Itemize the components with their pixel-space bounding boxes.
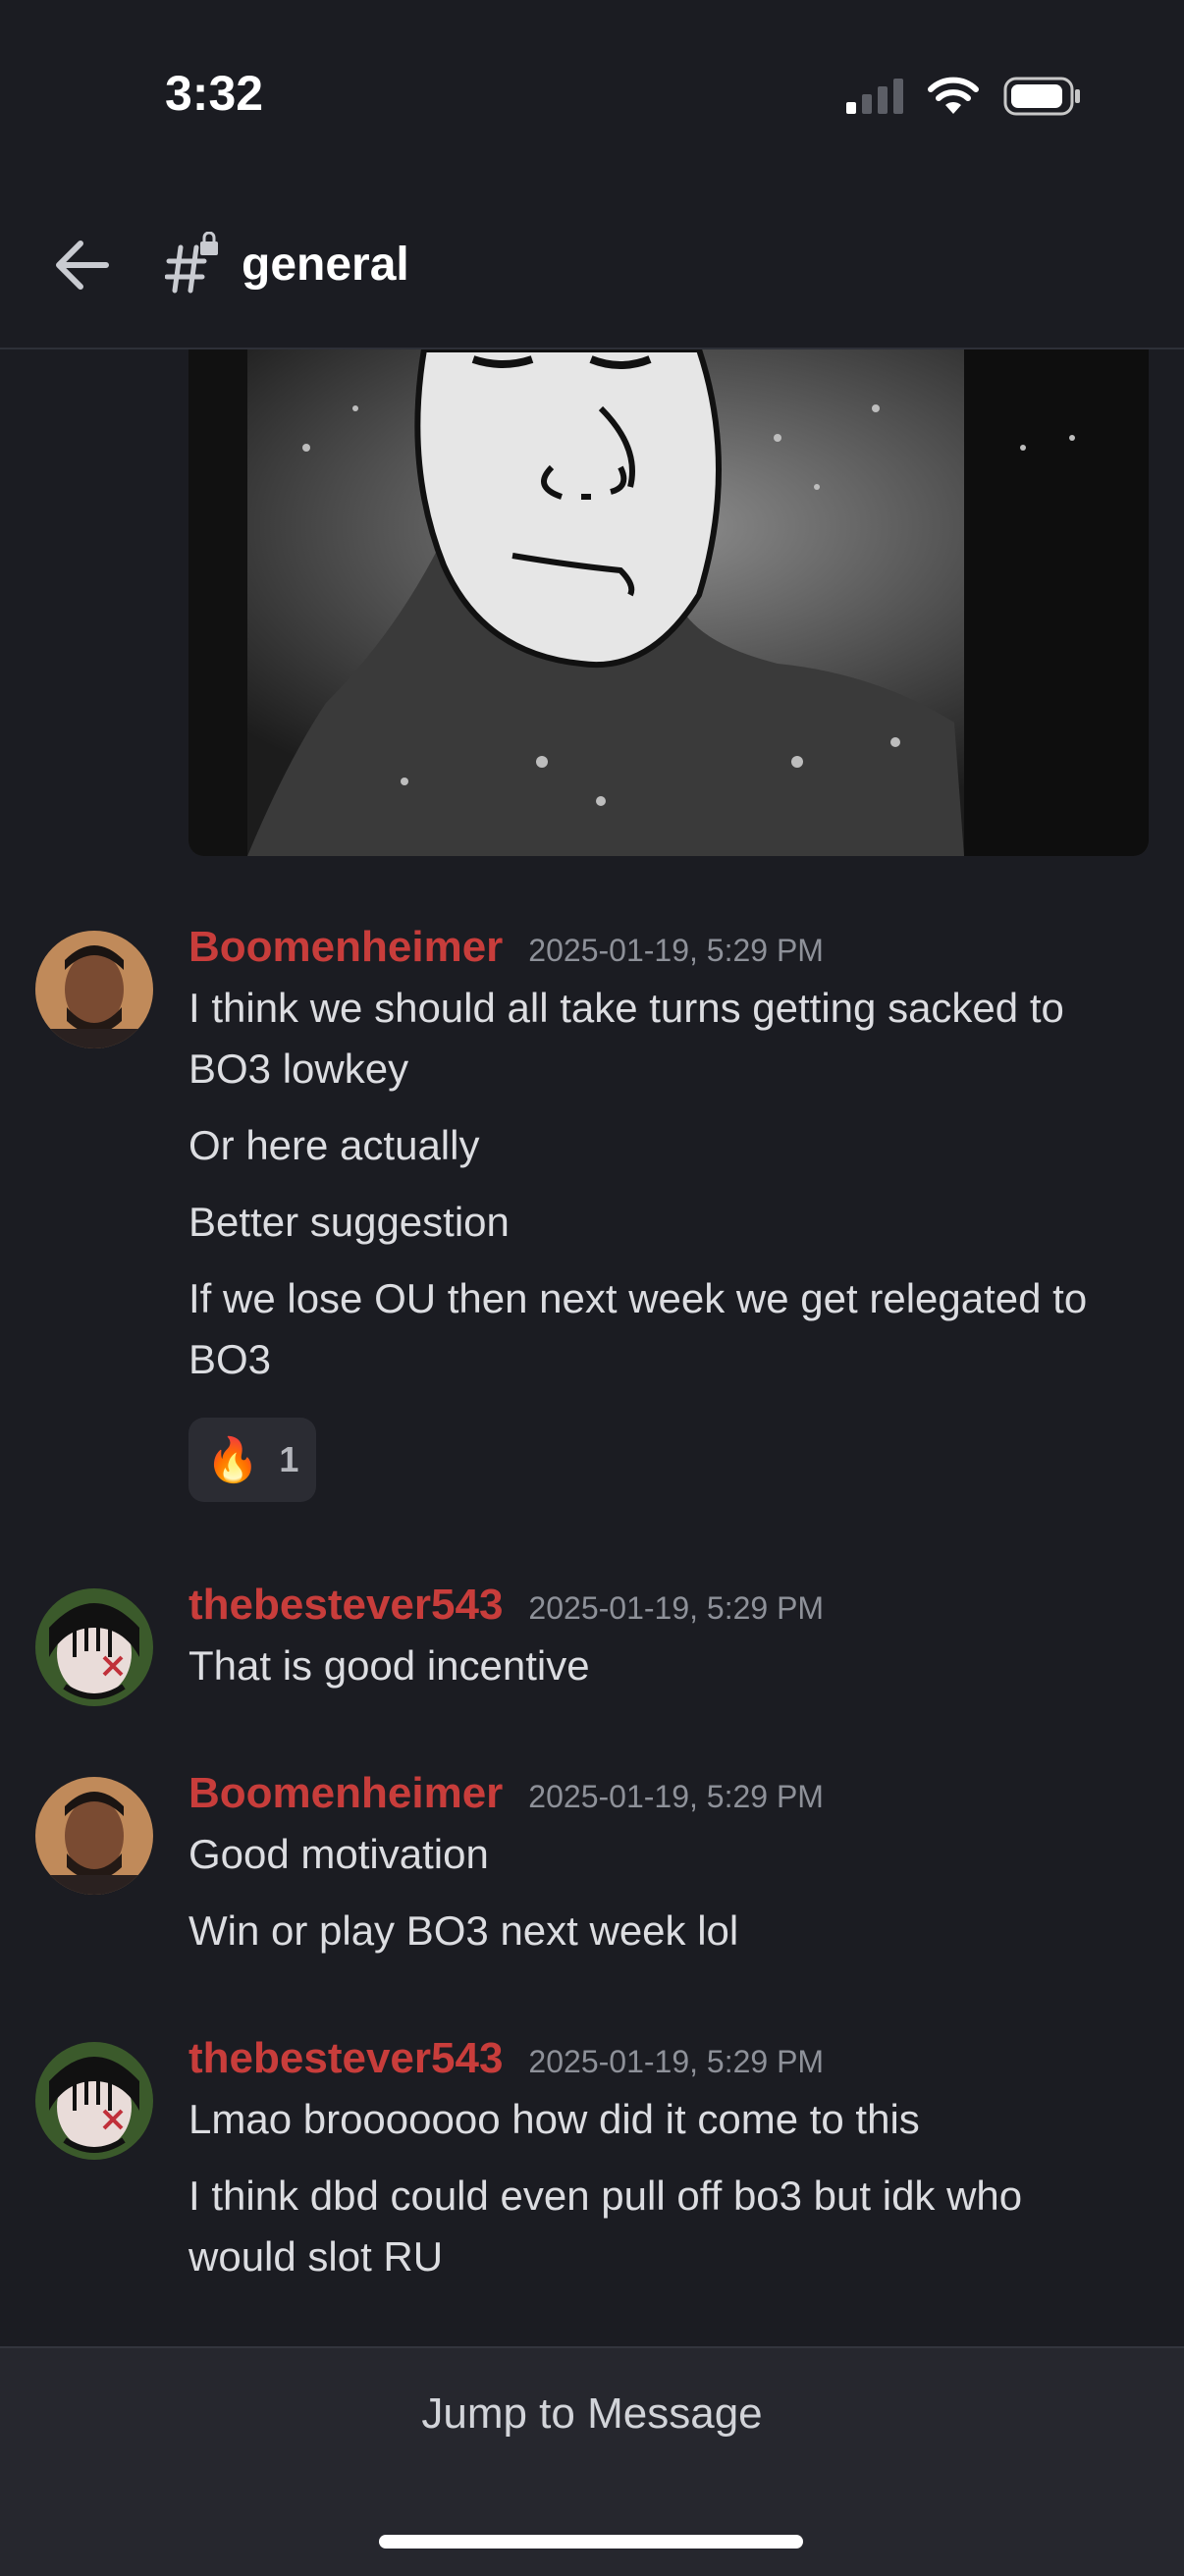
back-arrow-icon[interactable] xyxy=(51,234,114,296)
home-indicator[interactable] xyxy=(379,2535,803,2549)
jump-to-message-button[interactable]: Jump to Message xyxy=(0,2389,1184,2439)
meme-image xyxy=(188,349,1149,856)
message-text[interactable]: I think we should all take turns getting… xyxy=(188,978,1131,1100)
channel-name[interactable]: general xyxy=(242,238,409,292)
username[interactable]: thebestever543 xyxy=(188,2034,503,2083)
channel-header: general xyxy=(0,187,1184,349)
cellular-signal-icon xyxy=(846,79,903,114)
timestamp: 2025-01-19, 5:29 PM xyxy=(528,2044,825,2079)
message-text[interactable]: Better suggestion xyxy=(188,1192,1131,1253)
timestamp: 2025-01-19, 5:29 PM xyxy=(528,933,824,968)
fire-emoji-icon: 🔥 xyxy=(205,1436,260,1484)
wifi-icon xyxy=(928,77,979,114)
message-header: thebestever543 2025-01-19, 5:29 PM xyxy=(188,1581,824,1636)
message-header: thebestever543 2025-01-19, 5:29 PM xyxy=(188,2034,824,2089)
timestamp: 2025-01-19, 5:29 PM xyxy=(528,1590,825,1626)
message-text[interactable]: Win or play BO3 next week lol xyxy=(188,1901,1131,1961)
message-text[interactable]: I think dbd could even pull off bo3 but … xyxy=(188,2166,1131,2287)
image-attachment[interactable] xyxy=(188,349,1149,856)
username[interactable]: Boomenheimer xyxy=(188,923,503,972)
user-avatar[interactable] xyxy=(35,931,153,1048)
message-text[interactable]: Lmao brooooooo how did it come to this xyxy=(188,2089,1131,2150)
message-text[interactable]: Or here actually xyxy=(188,1115,1131,1176)
timestamp: 2025-01-19, 5:29 PM xyxy=(528,1779,824,1814)
message-text[interactable]: If we lose OU then next week we get rele… xyxy=(188,1268,1131,1390)
message-header: Boomenheimer 2025-01-19, 5:29 PM xyxy=(188,923,824,978)
user-avatar[interactable] xyxy=(35,1777,153,1895)
user-avatar[interactable] xyxy=(35,1588,153,1706)
status-time: 3:32 xyxy=(165,66,264,121)
message-header: Boomenheimer 2025-01-19, 5:29 PM xyxy=(188,1769,824,1824)
reaction-fire[interactable]: 🔥 1 xyxy=(188,1418,316,1502)
message-list[interactable]: Boomenheimer 2025-01-19, 5:29 PM I think… xyxy=(0,349,1184,2346)
reaction-count: 1 xyxy=(279,1439,299,1479)
message-text[interactable]: That is good incentive xyxy=(188,1636,1131,1696)
battery-icon xyxy=(1003,77,1080,116)
status-icons xyxy=(846,73,1082,120)
username[interactable]: thebestever543 xyxy=(188,1581,503,1630)
user-avatar[interactable] xyxy=(35,2042,153,2160)
locked-hash-icon xyxy=(165,232,218,294)
message-text[interactable]: Good motivation xyxy=(188,1824,1131,1885)
status-bar: 3:32 xyxy=(0,0,1184,187)
username[interactable]: Boomenheimer xyxy=(188,1769,503,1818)
